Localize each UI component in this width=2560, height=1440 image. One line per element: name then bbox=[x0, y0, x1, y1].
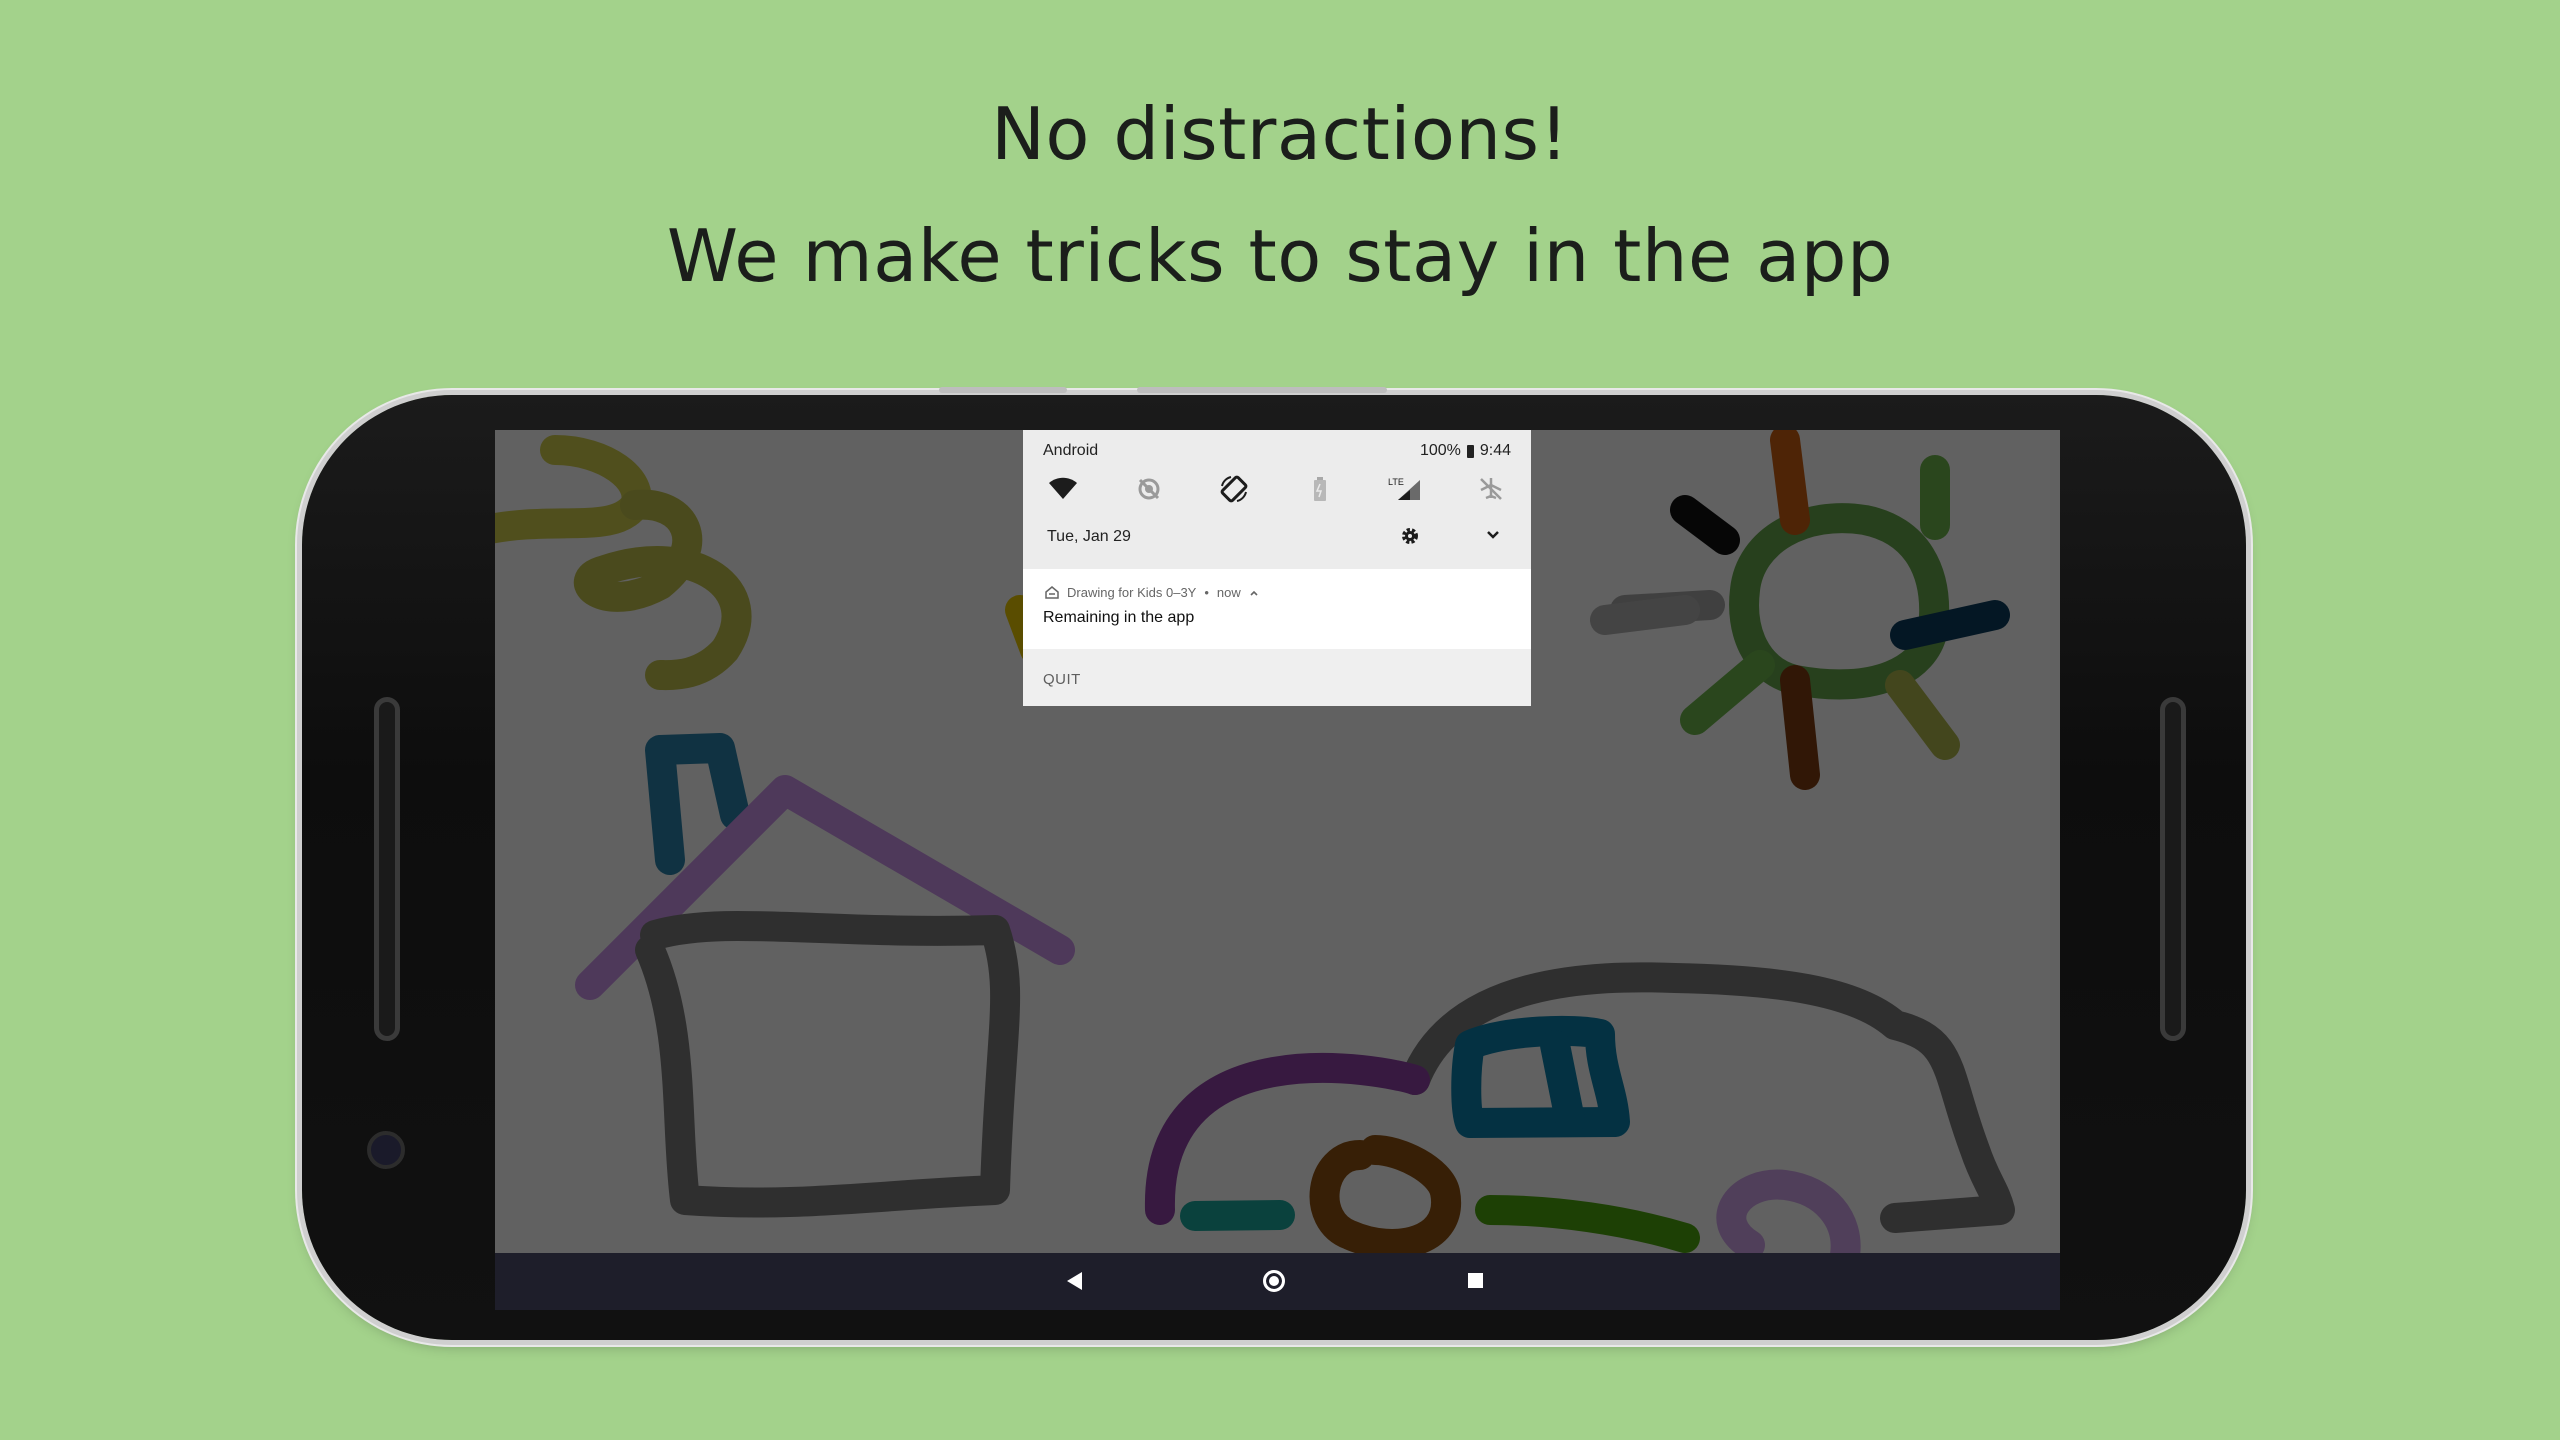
phone-side-button bbox=[939, 387, 1067, 393]
quick-settings-panel: Android 100% 9:44 LTE Tue, Jan 29 bbox=[1023, 430, 1531, 569]
phone-side-button bbox=[1137, 387, 1387, 393]
svg-text:LTE: LTE bbox=[1388, 477, 1404, 487]
chevron-down-icon[interactable] bbox=[1485, 527, 1501, 543]
wifi-icon[interactable] bbox=[1037, 474, 1089, 504]
headline-subtitle: We make tricks to stay in the app bbox=[666, 214, 1894, 298]
recents-icon[interactable] bbox=[1468, 1273, 1483, 1288]
quick-tiles-row: LTE bbox=[1037, 474, 1517, 504]
home-app-icon bbox=[1045, 586, 1059, 599]
battery-icon bbox=[1466, 444, 1474, 458]
home-icon[interactable] bbox=[1263, 1270, 1285, 1292]
headline-title: No distractions! bbox=[991, 92, 1569, 176]
notification-separator: • bbox=[1204, 585, 1209, 600]
notification-shade: Android 100% 9:44 LTE Tue, Jan 29 Drawin… bbox=[1023, 430, 1531, 706]
carrier-label: Android bbox=[1043, 442, 1099, 459]
notification-actions: QUIT bbox=[1023, 649, 1531, 706]
back-icon[interactable] bbox=[1067, 1272, 1082, 1290]
notification-header: Drawing for Kids 0–3Y • now bbox=[1045, 585, 1259, 600]
settings-gear-icon[interactable] bbox=[1399, 525, 1421, 547]
chevron-up-icon[interactable] bbox=[1249, 589, 1259, 597]
data-saver-icon[interactable] bbox=[1123, 474, 1175, 504]
status-right: 100% 9:44 bbox=[1420, 442, 1511, 460]
battery-saver-icon[interactable] bbox=[1294, 474, 1346, 504]
navigation-bar bbox=[495, 1253, 2060, 1310]
notification-title: Remaining in the app bbox=[1043, 609, 1195, 626]
front-camera bbox=[367, 1131, 405, 1169]
qs-date: Tue, Jan 29 bbox=[1047, 528, 1131, 545]
battery-percent: 100% bbox=[1419, 442, 1461, 459]
notification-card[interactable]: Drawing for Kids 0–3Y • now Remaining in… bbox=[1023, 569, 1531, 649]
left-speaker bbox=[374, 697, 400, 1041]
airplane-mode-icon[interactable] bbox=[1465, 474, 1517, 504]
right-speaker bbox=[2160, 697, 2186, 1041]
lte-signal-icon[interactable]: LTE bbox=[1379, 474, 1431, 504]
notification-app-name: Drawing for Kids 0–3Y bbox=[1067, 585, 1197, 600]
quit-button[interactable]: QUIT bbox=[1043, 671, 1081, 688]
notification-time: now bbox=[1216, 585, 1241, 600]
phone-screen: Android 100% 9:44 LTE Tue, Jan 29 Drawin… bbox=[495, 430, 2060, 1310]
auto-rotate-icon[interactable] bbox=[1208, 474, 1260, 504]
clock: 9:44 bbox=[1479, 442, 1511, 459]
